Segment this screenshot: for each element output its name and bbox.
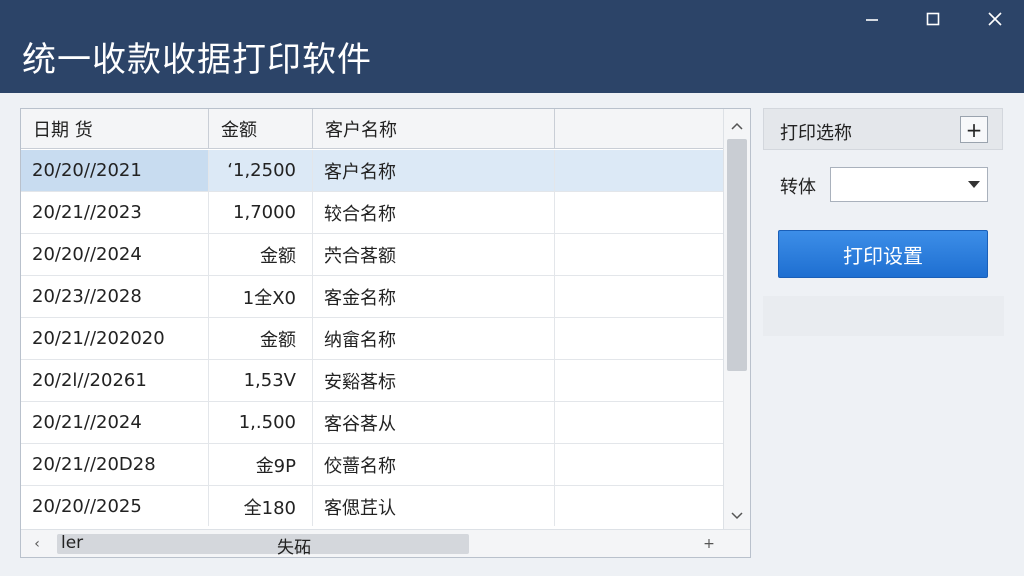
vertical-scrollbar[interactable] [723,109,750,529]
table-row[interactable]: 20/23//2028 1全X0 客金名称 [21,276,723,318]
close-button[interactable] [968,0,1022,38]
app-title: 统一收款收据打印软件 [22,40,372,80]
table-row[interactable]: 20/21//2023 1,7000 较合名称 [21,192,723,234]
dropdown-arrow-icon [968,181,980,188]
customer-cell: 纳畲名称 [313,318,555,359]
customer-cell: 佼蔷名称 [313,444,555,485]
vertical-scroll-thumb[interactable] [727,139,747,371]
print-settings-button[interactable]: 打印设置 [778,230,988,278]
column-header-customer[interactable]: 客户名称 [313,109,555,149]
extra-cell [555,234,723,275]
date-cell: 20/21//20D28 [21,444,209,485]
chevron-down-icon [731,512,743,520]
field-label: 转体 [780,177,816,198]
scrollbar-text-mid: 失砳 [277,538,311,558]
amount-cell: 金额 [209,318,313,359]
extra-cell [555,402,723,443]
column-header-extra[interactable] [555,109,723,149]
amount-cell: 1,53V [209,360,313,401]
extra-cell [555,276,723,317]
amount-cell: 金额 [209,234,313,275]
print-options-header: 打印选称 + [763,108,1003,150]
add-button[interactable]: + [960,116,988,143]
date-cell: 20/21//2023 [21,192,209,233]
customer-cell: 客金名称 [313,276,555,317]
column-header-amount[interactable]: 金额 [209,109,313,149]
print-options-title: 打印选称 [780,123,852,144]
table-row[interactable]: 20/21//20D28 金9P 佼蔷名称 [21,444,723,486]
column-header-date[interactable]: 日期 货 [21,109,209,149]
customer-cell: 较合名称 [313,192,555,233]
table-row[interactable]: 20/20//2021 ‘1,2500 客户名称 [21,150,723,192]
amount-cell: 全180 [209,486,313,526]
scroll-up-button[interactable] [724,113,750,139]
minimize-button[interactable] [845,0,899,38]
extra-cell [555,444,723,485]
close-icon [988,12,1002,26]
table-row[interactable]: 20/21//2024 1,.500 客谷茖从 [21,402,723,444]
table-row[interactable]: 20/20//2025 全180 客偲茊认 [21,486,723,526]
date-cell: 20/23//2028 [21,276,209,317]
maximize-icon [926,12,940,26]
extra-cell [555,150,723,191]
scroll-left-button[interactable]: ‹ [25,530,49,557]
horizontal-scrollbar[interactable]: ‹ ler 失砳 + [21,529,750,558]
customer-cell: 客户名称 [313,150,555,191]
grid-rows: 20/20//2021 ‘1,2500 客户名称 20/21//2023 1,7… [21,150,723,526]
scroll-right-button[interactable]: + [697,530,721,557]
date-cell: 20/20//2021 [21,150,209,191]
extra-cell [555,318,723,359]
amount-cell: 1,.500 [209,402,313,443]
table-row[interactable]: 20/21//202020 金额 纳畲名称 [21,318,723,360]
customer-cell: 茓合茖额 [313,234,555,275]
extra-cell [555,360,723,401]
receipt-grid: 日期 货 金额 客户名称 20/20//2021 ‘1,2500 客户名称 20… [20,108,751,558]
scrollbar-text-left: ler [61,533,84,553]
date-cell: 20/21//2024 [21,402,209,443]
date-cell: 20/20//2025 [21,486,209,526]
date-cell: 20/20//2024 [21,234,209,275]
date-cell: 20/21//202020 [21,318,209,359]
customer-cell: 客偲茊认 [313,486,555,526]
amount-cell: 金9P [209,444,313,485]
maximize-button[interactable] [906,0,960,38]
date-cell: 20/2l//20261 [21,360,209,401]
amount-cell: 1全X0 [209,276,313,317]
extra-cell [555,486,723,526]
customer-cell: 安谿茖标 [313,360,555,401]
title-bar: 统一收款收据打印软件 [0,0,1024,93]
panel-footer [763,296,1004,336]
horizontal-scroll-thumb[interactable] [57,534,469,554]
option-select[interactable] [830,167,988,202]
table-row[interactable]: 20/2l//20261 1,53V 安谿茖标 [21,360,723,402]
amount-cell: ‘1,2500 [209,150,313,191]
extra-cell [555,192,723,233]
customer-cell: 客谷茖从 [313,402,555,443]
grid-header: 日期 货 金额 客户名称 [21,109,723,149]
table-row[interactable]: 20/20//2024 金额 茓合茖额 [21,234,723,276]
amount-cell: 1,7000 [209,192,313,233]
scroll-down-button[interactable] [724,503,750,529]
minimize-icon [866,19,878,21]
chevron-up-icon [731,122,743,130]
